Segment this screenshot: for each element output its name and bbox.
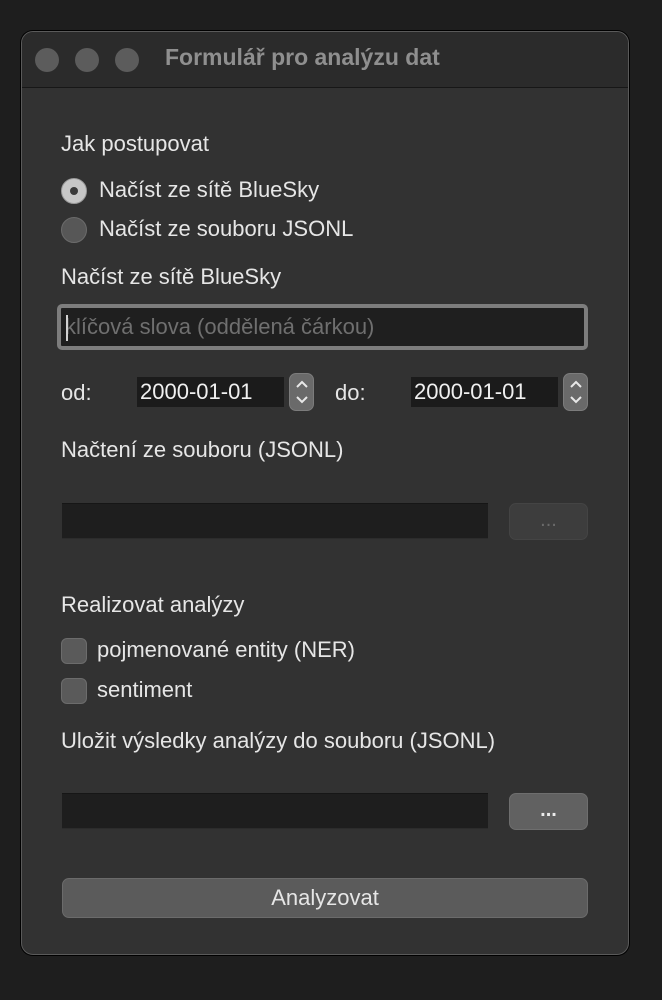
to-date-stepper[interactable] <box>563 373 588 411</box>
to-date-increment[interactable] <box>564 374 587 392</box>
radio-load-jsonl[interactable] <box>61 217 87 243</box>
checkbox-ner[interactable] <box>61 638 87 664</box>
keywords-field[interactable] <box>57 304 588 350</box>
file-input-heading: Načtení ze souboru (JSONL) <box>61 437 344 462</box>
keywords-input[interactable] <box>61 308 584 346</box>
minimize-window-button[interactable] <box>75 48 99 72</box>
zoom-window-button[interactable] <box>115 48 139 72</box>
output-file-path[interactable] <box>62 793 488 829</box>
chevron-up-icon <box>570 380 582 388</box>
from-date-decrement[interactable] <box>290 392 313 410</box>
from-date-stepper[interactable] <box>289 373 314 411</box>
chevron-up-icon <box>296 380 308 388</box>
from-date-increment[interactable] <box>290 374 313 392</box>
radio-load-bluesky-label[interactable]: Načíst ze sítě BlueSky <box>99 177 319 203</box>
browse-input-file-button[interactable]: ... <box>509 503 588 540</box>
input-file-path[interactable] <box>62 503 488 539</box>
browse-output-file-button[interactable]: ... <box>509 793 588 830</box>
from-date-input[interactable]: 2000-01-01 <box>137 377 284 407</box>
mode-heading: Jak postupovat <box>61 131 209 156</box>
checkbox-sentiment[interactable] <box>61 678 87 704</box>
checkbox-sentiment-label[interactable]: sentiment <box>97 677 192 703</box>
analyze-button[interactable]: Analyzovat <box>62 878 588 918</box>
to-date-input[interactable]: 2000-01-01 <box>411 377 558 407</box>
analysis-form-window: Formulář pro analýzu dat Jak postupovat … <box>21 31 629 955</box>
to-label: do: <box>335 380 366 405</box>
analyses-heading: Realizovat analýzy <box>61 592 245 617</box>
to-date-decrement[interactable] <box>564 392 587 410</box>
output-heading: Uložit výsledky analýzy do souboru (JSON… <box>61 728 496 753</box>
radio-load-jsonl-label[interactable]: Načíst ze souboru JSONL <box>99 216 353 242</box>
bluesky-heading: Načíst ze sítě BlueSky <box>61 264 282 289</box>
chevron-down-icon <box>570 396 582 404</box>
chevron-down-icon <box>296 396 308 404</box>
title-bar: Formulář pro analýzu dat <box>22 32 628 88</box>
window-title: Formulář pro analýzu dat <box>165 44 440 70</box>
checkbox-ner-label[interactable]: pojmenované entity (NER) <box>97 637 355 663</box>
close-window-button[interactable] <box>35 48 59 72</box>
text-caret <box>66 315 68 341</box>
from-label: od: <box>61 380 92 405</box>
radio-load-bluesky[interactable] <box>61 178 87 204</box>
